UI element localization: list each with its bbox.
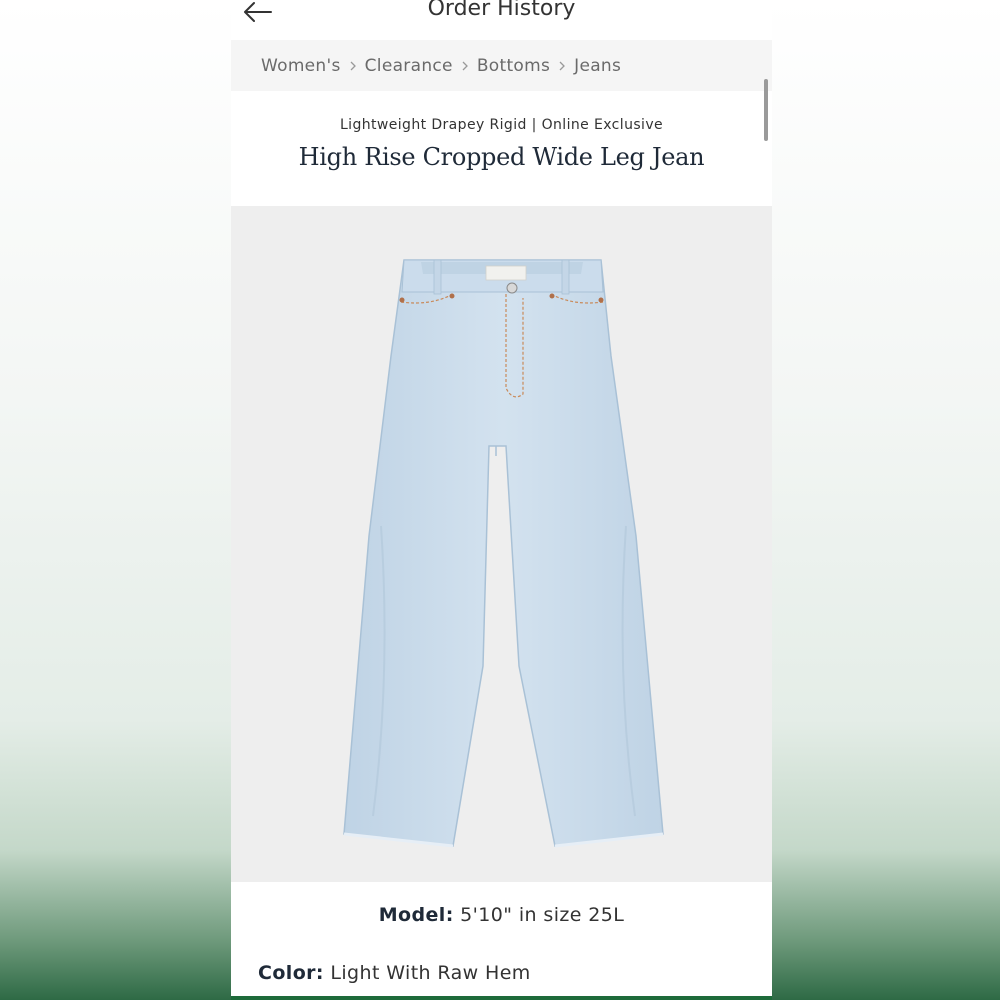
jeans-image (343, 259, 664, 848)
breadcrumb: Women's Clearance Bottoms Jeans (231, 40, 772, 91)
color-value: Light With Raw Hem (330, 962, 531, 984)
top-bar: Order History (231, 0, 772, 40)
bottom-accent-bar (231, 996, 772, 1000)
model-value: 5'10" in size 25L (460, 904, 625, 926)
model-label: Model: (378, 904, 454, 926)
breadcrumb-bottoms[interactable]: Bottoms (477, 56, 550, 76)
color-label: Color: (258, 962, 324, 984)
chevron-right-icon (341, 58, 365, 74)
product-image[interactable] (231, 206, 772, 882)
breadcrumb-jeans[interactable]: Jeans (574, 56, 621, 76)
app-screen: Order History Women's Clearance Bottoms … (231, 0, 772, 1000)
chevron-right-icon (550, 58, 574, 74)
breadcrumb-clearance[interactable]: Clearance (365, 56, 453, 76)
breadcrumb-womens[interactable]: Women's (261, 56, 341, 76)
product-subtitle: Lightweight Drapey Rigid | Online Exclus… (339, 117, 664, 133)
chevron-right-icon (453, 58, 477, 74)
model-info: Model: 5'10" in size 25L (231, 904, 772, 926)
product-name: High Rise Cropped Wide Leg Jean (298, 143, 705, 171)
page-title: Order History (427, 0, 576, 21)
color-info: Color: Light With Raw Hem (258, 962, 531, 984)
